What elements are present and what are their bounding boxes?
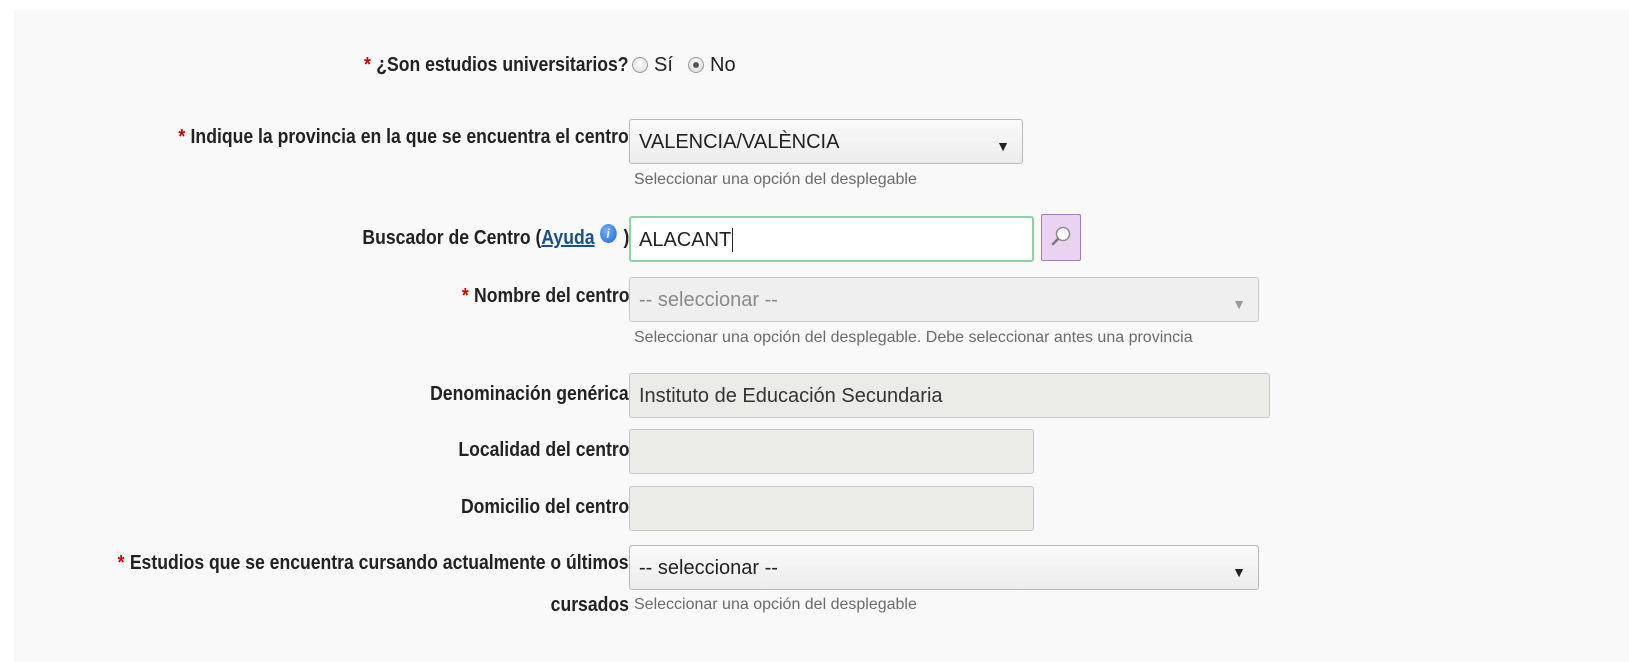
magnifier-icon: [1051, 226, 1071, 246]
province-select-value: VALENCIA/VALÈNCIA: [639, 131, 840, 153]
address-field: [629, 486, 1034, 531]
province-select[interactable]: VALENCIA/VALÈNCIA ▼: [629, 119, 1023, 164]
dropdown-arrow-icon: ▼: [1232, 296, 1246, 312]
info-icon[interactable]: i: [599, 224, 617, 243]
address-label: Domicilio del centro: [460, 496, 629, 518]
generic-name-field: Instituto de Educación Secundaria: [629, 373, 1270, 418]
help-link[interactable]: Ayuda: [541, 227, 594, 249]
center-name-select-value: -- seleccionar --: [639, 289, 778, 311]
center-name-hint: Seleccionar una opción del desplegable. …: [634, 329, 1193, 346]
generic-name-label: Denominación genérica: [430, 383, 629, 405]
province-hint: Seleccionar una opción del desplegable: [634, 171, 917, 188]
locality-label: Localidad del centro: [457, 439, 629, 461]
center-search-label: Buscador de Centro (Ayuda i): [361, 224, 629, 249]
dropdown-arrow-icon: ▼: [1232, 564, 1246, 580]
radio-si[interactable]: [632, 57, 648, 73]
radio-no[interactable]: [688, 57, 704, 73]
center-name-select[interactable]: -- seleccionar -- ▼: [629, 277, 1259, 322]
center-search-input[interactable]: ALACANT: [629, 216, 1034, 262]
studies-select[interactable]: -- seleccionar -- ▼: [629, 545, 1259, 590]
province-label: * Indique la provincia en la que se encue…: [178, 126, 630, 148]
studies-label: * Estudios que se encuentra cursando actu…: [118, 552, 630, 574]
radio-no-label[interactable]: No: [710, 53, 736, 77]
studies-select-value: -- seleccionar --: [639, 557, 778, 579]
dropdown-arrow-icon: ▼: [996, 138, 1010, 154]
required-mark: *: [364, 54, 372, 76]
radio-si-label[interactable]: Sí: [654, 53, 673, 77]
text-cursor: [732, 228, 734, 252]
studies-label-line2: cursados: [550, 594, 629, 616]
center-name-label: * Nombre del centro: [461, 285, 629, 307]
university-label: * ¿Son estudios universitarios?: [364, 54, 629, 76]
center-search-button[interactable]: [1041, 214, 1081, 261]
locality-field: [629, 429, 1034, 474]
studies-hint: Seleccionar una opción del desplegable: [634, 596, 917, 613]
